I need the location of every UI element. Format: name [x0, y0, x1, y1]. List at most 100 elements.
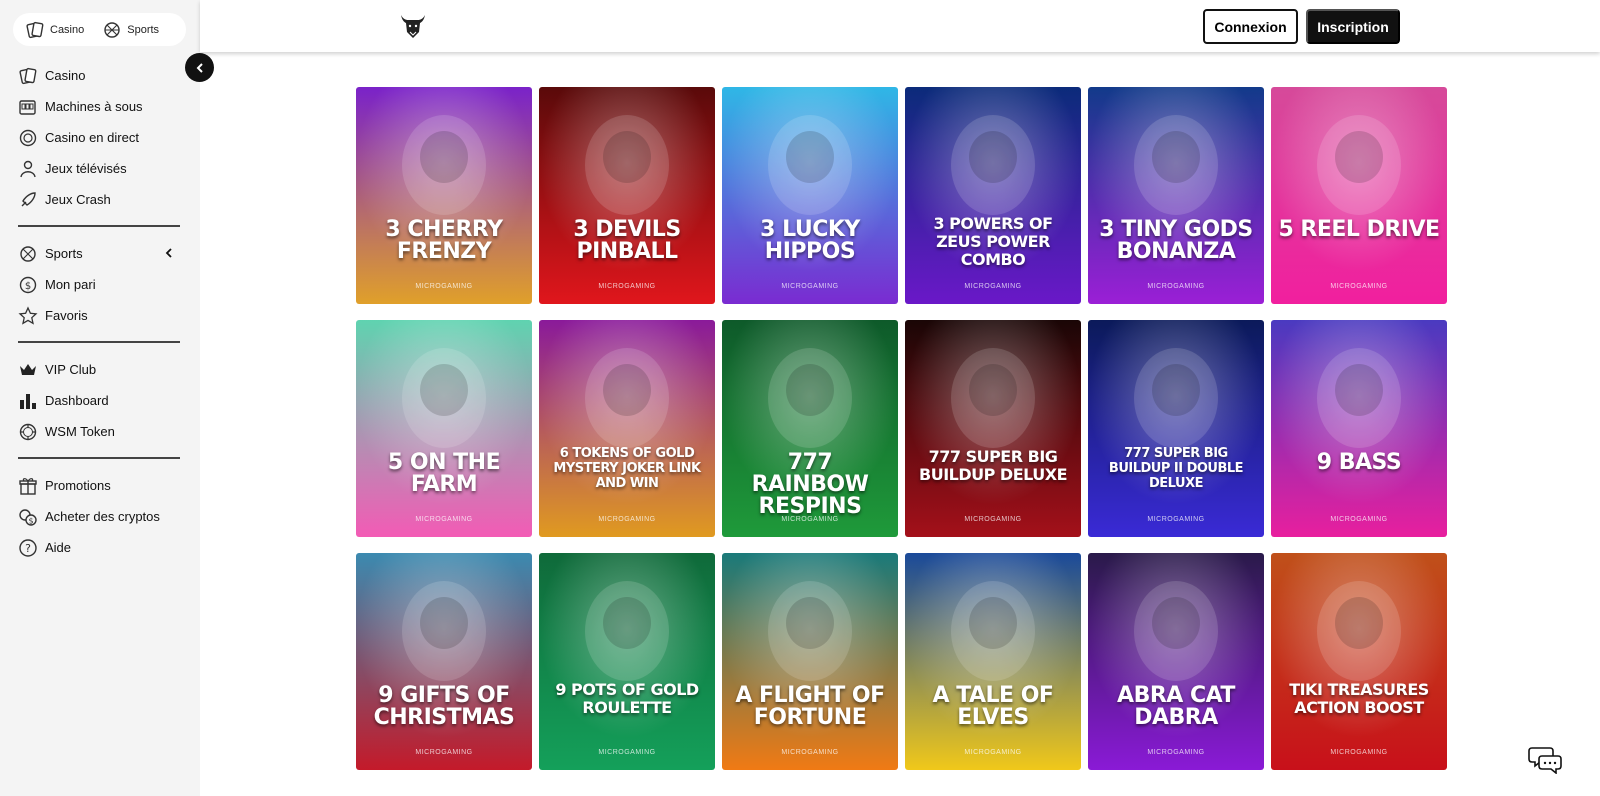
sidebar-collapse-button[interactable] [185, 53, 214, 82]
game-thumbnail [722, 553, 898, 770]
game-title: 777 Super Big Buildup Deluxe [919, 447, 1068, 484]
slot-machine-icon [18, 97, 38, 117]
game-card[interactable]: 3 Tiny Gods Bonanza MICROGAMING [1088, 87, 1264, 304]
sidebar-item-label: Favoris [45, 308, 88, 323]
token-icon [18, 422, 38, 442]
sidebar-item-live-casino[interactable]: Casino en direct [18, 122, 180, 153]
game-card[interactable]: 5 Reel Drive MICROGAMING [1271, 87, 1447, 304]
game-provider: MICROGAMING [415, 516, 473, 523]
game-thumbnail [1088, 87, 1264, 304]
game-thumbnail [905, 553, 1081, 770]
game-provider: MICROGAMING [781, 749, 839, 756]
game-thumbnail [905, 87, 1081, 304]
game-provider: MICROGAMING [781, 283, 839, 290]
game-card[interactable]: 3 Lucky Hippos MICROGAMING [722, 87, 898, 304]
game-provider: MICROGAMING [598, 516, 656, 523]
game-card[interactable]: 9 Pots of Gold Roulette MICROGAMING [539, 553, 715, 770]
sidebar-item-vip-club[interactable]: VIP Club [18, 354, 180, 385]
game-title: 3 Lucky Hippos [760, 217, 860, 264]
signup-button[interactable]: Inscription [1306, 9, 1400, 44]
sidebar-item-buy-crypto[interactable]: $ Acheter des cryptos [18, 501, 180, 532]
game-thumbnail [1271, 553, 1447, 770]
game-title: A Tale of Elves [932, 683, 1054, 730]
live-chip-icon [18, 128, 38, 148]
game-grid: 3 Cherry Frenzy MICROGAMING 3 Devils Pinba… [356, 87, 1449, 770]
divider [18, 225, 180, 227]
switch-casino-label: Casino [50, 23, 85, 36]
sidebar-item-my-bets[interactable]: $ Mon pari [18, 269, 180, 300]
game-card[interactable]: 777 Rainbow Respins MICROGAMING [722, 320, 898, 537]
game-thumbnail [539, 87, 715, 304]
game-card[interactable]: Tiki Treasures Action Boost MICROGAMING [1271, 553, 1447, 770]
game-card[interactable]: 9 Gifts of Christmas MICROGAMING [356, 553, 532, 770]
game-card[interactable]: 777 Super Big Buildup II Double Deluxe MI… [1088, 320, 1264, 537]
sidebar-item-crash-games[interactable]: Jeux Crash [18, 184, 180, 215]
game-thumbnail [1088, 553, 1264, 770]
game-title: 9 Gifts of Christmas [373, 683, 515, 730]
sidebar-item-label: Jeux Crash [45, 192, 111, 207]
game-provider: MICROGAMING [1147, 283, 1205, 290]
game-card[interactable]: A Flight of Fortune MICROGAMING [722, 553, 898, 770]
game-card[interactable]: 3 Powers of Zeus Power Combo MICROGAMING [905, 87, 1081, 304]
game-title: 3 Cherry Frenzy [385, 217, 503, 264]
cards-icon [18, 66, 38, 86]
sidebar-item-help[interactable]: ? Aide [18, 532, 180, 563]
sidebar-item-game-shows[interactable]: Jeux télévisés [18, 153, 180, 184]
sidebar-item-promotions[interactable]: Promotions [18, 470, 180, 501]
sidebar-item-label: Sports [45, 246, 83, 261]
chat-support-icon[interactable] [1528, 744, 1562, 774]
sidebar-item-sports[interactable]: Sports [18, 238, 180, 269]
game-provider: MICROGAMING [415, 749, 473, 756]
sidebar-item-wsm-token[interactable]: WSM Token [18, 416, 180, 447]
game-thumbnail [356, 320, 532, 537]
game-provider: MICROGAMING [964, 283, 1022, 290]
sidebar-item-label: WSM Token [45, 424, 115, 439]
login-button[interactable]: Connexion [1203, 9, 1298, 44]
crown-icon [18, 360, 38, 380]
switch-casino[interactable]: Casino [21, 17, 88, 43]
sidebar-item-dashboard[interactable]: Dashboard [18, 385, 180, 416]
game-title: 6 Tokens of Gold Mystery Joker Link and … [553, 446, 701, 491]
game-provider: MICROGAMING [1330, 283, 1388, 290]
sidebar-item-label: Aide [45, 540, 72, 555]
game-thumbnail [356, 553, 532, 770]
coin-icon: $ [18, 275, 38, 295]
star-icon [18, 305, 38, 326]
game-card[interactable]: 777 Super Big Buildup Deluxe MICROGAMING [905, 320, 1081, 537]
game-card[interactable]: 5 On The Farm MICROGAMING [356, 320, 532, 537]
ball-icon [18, 244, 38, 264]
rocket-icon [18, 190, 38, 210]
divider [18, 341, 180, 343]
game-title: 9 Bass [1316, 450, 1402, 475]
game-card[interactable]: 6 Tokens of Gold Mystery Joker Link and … [539, 320, 715, 537]
game-provider: MICROGAMING [1330, 749, 1388, 756]
sidebar: Casino Sports Casino Machines à sous Cas… [0, 0, 200, 796]
sidebar-item-slots[interactable]: Machines à sous [18, 91, 180, 122]
sidebar-item-casino[interactable]: Casino [18, 60, 180, 91]
game-provider: MICROGAMING [598, 283, 656, 290]
game-thumbnail [722, 87, 898, 304]
bull-logo-icon[interactable] [398, 10, 428, 40]
sidebar-item-label: Casino [45, 68, 86, 83]
game-title: 9 Pots of Gold Roulette [555, 680, 699, 717]
game-card[interactable]: 9 Bass MICROGAMING [1271, 320, 1447, 537]
game-thumbnail [1271, 87, 1447, 304]
game-card[interactable]: Abra Cat Dabra MICROGAMING [1088, 553, 1264, 770]
game-card[interactable]: A Tale of Elves MICROGAMING [905, 553, 1081, 770]
tv-host-icon [18, 159, 38, 179]
game-thumbnail [1271, 320, 1447, 537]
game-title: 5 Reel Drive [1278, 217, 1440, 242]
game-provider: MICROGAMING [415, 283, 473, 290]
game-provider: MICROGAMING [964, 516, 1022, 523]
game-thumbnail [1088, 320, 1264, 537]
svg-text:$: $ [28, 516, 33, 525]
game-card[interactable]: 3 Devils Pinball MICROGAMING [539, 87, 715, 304]
game-title: A Flight of Fortune [735, 683, 885, 730]
svg-text:?: ? [25, 542, 31, 555]
game-thumbnail [356, 87, 532, 304]
switch-sports[interactable]: Sports [98, 17, 163, 43]
chevron-left-icon[interactable] [162, 246, 176, 260]
game-provider: MICROGAMING [781, 516, 839, 523]
sidebar-item-favorites[interactable]: Favoris [18, 300, 180, 331]
game-card[interactable]: 3 Cherry Frenzy MICROGAMING [356, 87, 532, 304]
